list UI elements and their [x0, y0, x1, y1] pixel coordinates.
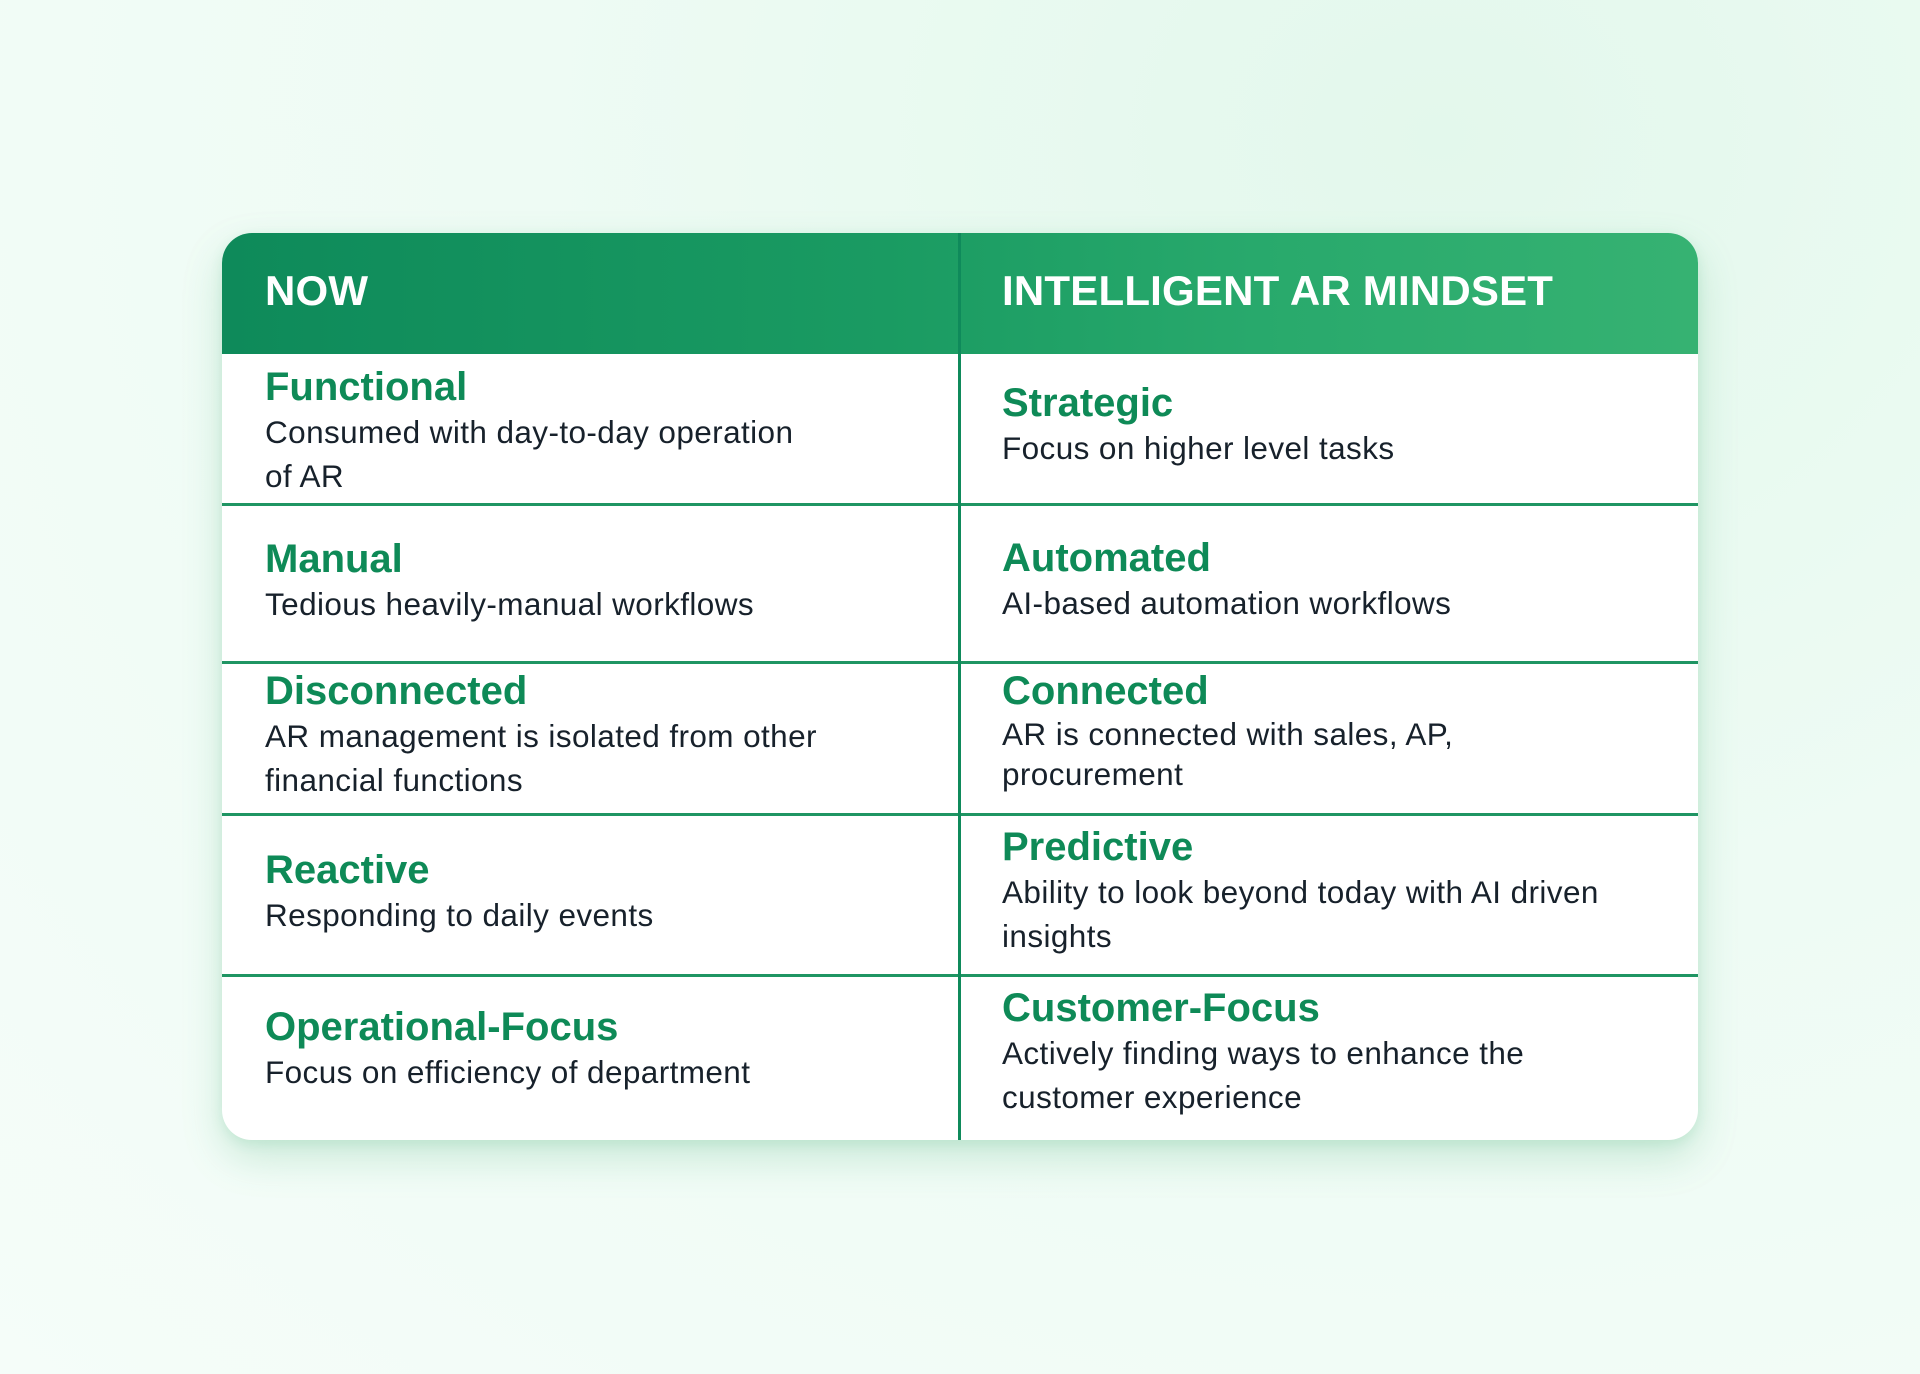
- cell-title: Connected: [1002, 669, 1209, 713]
- column-divider: [958, 233, 961, 1140]
- header-now: NOW: [265, 266, 369, 314]
- cell-description: Tedious heavily-manual workflows: [265, 586, 755, 622]
- cell-title: Functional: [265, 365, 468, 409]
- cell-title: Reactive: [265, 847, 430, 892]
- cell-description: Actively finding ways to enhance the cus…: [1002, 1035, 1525, 1115]
- cell-title: Predictive: [1002, 825, 1194, 869]
- cell-title: Automated: [1002, 536, 1211, 580]
- cell-description: Consumed with day-to-day operation of AR: [265, 414, 794, 494]
- cell-now: Functional Consumed with day-to-day oper…: [265, 354, 925, 504]
- header-intelligent-ar-mindset: INTELLIGENT AR MINDSET: [1002, 266, 1554, 314]
- cell-title: Manual: [265, 537, 403, 581]
- cell-description: AR is connected with sales, AP, procurem…: [1002, 716, 1454, 792]
- cell-description: Ability to look beyond today with AI dri…: [1002, 874, 1599, 954]
- cell-title: Disconnected: [265, 669, 528, 713]
- cell-title: Customer-Focus: [1002, 986, 1320, 1030]
- comparison-table: NOW INTELLIGENT AR MINDSET Functional Co…: [222, 233, 1698, 1140]
- cell-now: Manual Tedious heavily-manual workflows: [265, 506, 925, 662]
- cell-description: Focus on higher level tasks: [1002, 430, 1395, 466]
- cell-now: Disconnected AR management is isolated f…: [265, 664, 925, 813]
- cell-future: Predictive Ability to look beyond today …: [1002, 816, 1662, 975]
- cell-future: Customer-Focus Actively finding ways to …: [1002, 977, 1662, 1140]
- cell-description: Responding to daily events: [265, 896, 654, 933]
- cell-now: Reactive Responding to daily events: [265, 816, 925, 975]
- cell-future: Automated AI-based automation workflows: [1002, 506, 1662, 662]
- cell-title: Strategic: [1002, 381, 1174, 425]
- cell-description: AI-based automation workflows: [1002, 585, 1452, 621]
- cell-description: AR management is isolated from other fin…: [265, 718, 817, 798]
- cell-future: Connected AR is connected with sales, AP…: [1002, 664, 1662, 813]
- cell-title: Operational-Focus: [265, 1004, 619, 1049]
- cell-now: Operational-Focus Focus on efficiency of…: [265, 977, 925, 1140]
- cell-description: Focus on efficiency of department: [265, 1053, 751, 1090]
- cell-future: Strategic Focus on higher level tasks: [1002, 354, 1662, 504]
